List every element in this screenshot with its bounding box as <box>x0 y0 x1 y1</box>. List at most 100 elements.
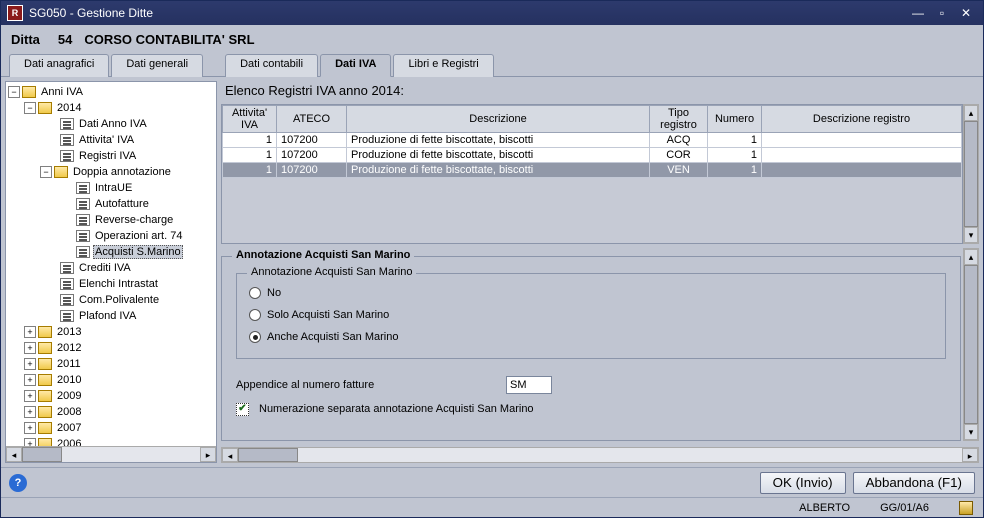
tree-item-intraue[interactable]: IntraUE <box>6 180 216 196</box>
scroll-thumb[interactable] <box>964 121 978 227</box>
tree-item-acquisti-smarino[interactable]: Acquisti S.Marino <box>6 244 216 260</box>
form-vscrollbar[interactable]: ▴ ▾ <box>963 248 979 441</box>
radio-solo[interactable] <box>249 309 261 321</box>
tree-hscrollbar[interactable]: ◂ ▸ <box>6 446 216 462</box>
radio-row-solo[interactable]: Solo Acquisti San Marino <box>249 304 933 326</box>
folder-open-icon <box>54 166 68 178</box>
item-icon <box>76 230 90 242</box>
radio-row-no[interactable]: No <box>249 282 933 304</box>
item-icon <box>60 294 74 306</box>
item-icon <box>76 198 90 210</box>
col-descrizione[interactable]: Descrizione <box>347 106 650 133</box>
scroll-thumb[interactable] <box>22 447 62 462</box>
header: Ditta 54 CORSO CONTABILITA' SRL <box>1 25 983 53</box>
tree-item-operazioni-art74[interactable]: Operazioni art. 74 <box>6 228 216 244</box>
item-icon <box>60 150 74 162</box>
table-row[interactable]: 1 107200 Produzione di fette biscottate,… <box>223 148 962 163</box>
expand-icon[interactable]: + <box>24 438 36 446</box>
tree-year-2010[interactable]: +2010 <box>6 372 216 388</box>
tree-item-attivita-iva[interactable]: Attivita' IVA <box>6 132 216 148</box>
scroll-thumb[interactable] <box>964 265 978 424</box>
tree-item-com-polivalente[interactable]: Com.Polivalente <box>6 292 216 308</box>
tree-item-plafond-iva[interactable]: Plafond IVA <box>6 308 216 324</box>
scroll-down-icon[interactable]: ▾ <box>964 424 978 440</box>
tree-item-reverse-charge[interactable]: Reverse-charge <box>6 212 216 228</box>
appendice-input[interactable] <box>506 376 552 394</box>
grid-vscrollbar[interactable]: ▴ ▾ <box>963 104 979 244</box>
tree-item-crediti-iva[interactable]: Crediti IVA <box>6 260 216 276</box>
help-icon[interactable]: ? <box>9 474 27 492</box>
scroll-right-icon[interactable]: ▸ <box>200 447 216 462</box>
app-window: R SG050 - Gestione Ditte — ▫ ✕ Ditta 54 … <box>0 0 984 518</box>
tab-dati-generali[interactable]: Dati generali <box>111 54 203 77</box>
item-icon <box>60 310 74 322</box>
tree-year-2009[interactable]: +2009 <box>6 388 216 404</box>
tab-dati-iva[interactable]: Dati IVA <box>320 54 391 77</box>
folder-icon <box>38 326 52 338</box>
col-attivita[interactable]: Attivita' IVA <box>223 106 277 133</box>
col-tipo[interactable]: Tipo registro <box>650 106 708 133</box>
col-ateco[interactable]: ATECO <box>277 106 347 133</box>
folder-icon <box>38 438 52 446</box>
ok-button[interactable]: OK (Invio) <box>760 472 846 494</box>
tree-year-2008[interactable]: +2008 <box>6 404 216 420</box>
tree-item-dati-anno-iva[interactable]: Dati Anno IVA <box>6 116 216 132</box>
expand-icon[interactable]: + <box>24 342 36 354</box>
expand-icon[interactable]: + <box>24 406 36 418</box>
collapse-icon[interactable]: − <box>40 166 52 178</box>
tree[interactable]: − Anni IVA − 2014 Dati Anno IVA Attivita… <box>6 82 216 446</box>
checkbox-numerazione[interactable] <box>236 403 249 416</box>
tree-year-2013[interactable]: +2013 <box>6 324 216 340</box>
radio-anche[interactable] <box>249 331 261 343</box>
close-button[interactable]: ✕ <box>955 4 977 22</box>
tab-libri-registri[interactable]: Libri e Registri <box>393 54 493 77</box>
collapse-icon[interactable]: − <box>8 86 20 98</box>
scroll-right-icon[interactable]: ▸ <box>962 448 978 462</box>
radio-row-anche[interactable]: Anche Acquisti San Marino <box>249 326 933 348</box>
form-hscrollbar[interactable]: ◂ ▸ <box>221 447 979 463</box>
expand-icon[interactable]: + <box>24 390 36 402</box>
expand-icon[interactable]: + <box>24 422 36 434</box>
ditta-name: CORSO CONTABILITA' SRL <box>84 32 254 47</box>
tree-year-2014[interactable]: − 2014 <box>6 100 216 116</box>
grid[interactable]: Attivita' IVA ATECO Descrizione Tipo reg… <box>221 104 963 244</box>
collapse-icon[interactable]: − <box>24 102 36 114</box>
expand-icon[interactable]: + <box>24 326 36 338</box>
scroll-thumb[interactable] <box>238 448 298 462</box>
expand-icon[interactable]: + <box>24 358 36 370</box>
tree-item-registri-iva[interactable]: Registri IVA <box>6 148 216 164</box>
tree-item-autofatture[interactable]: Autofatture <box>6 196 216 212</box>
minimize-button[interactable]: — <box>907 4 929 22</box>
scroll-left-icon[interactable]: ◂ <box>222 448 238 462</box>
tab-dati-anagrafici[interactable]: Dati anagrafici <box>9 54 109 77</box>
tree-year-2011[interactable]: +2011 <box>6 356 216 372</box>
tab-dati-contabili[interactable]: Dati contabili <box>225 54 318 77</box>
folder-icon <box>38 374 52 386</box>
folder-icon <box>38 342 52 354</box>
button-bar: ? OK (Invio) Abbandona (F1) <box>1 467 983 497</box>
expand-icon[interactable]: + <box>24 374 36 386</box>
tree-year-2012[interactable]: +2012 <box>6 340 216 356</box>
maximize-button[interactable]: ▫ <box>931 4 953 22</box>
scroll-left-icon[interactable]: ◂ <box>6 447 22 462</box>
tree-item-elenchi-intrastat[interactable]: Elenchi Intrastat <box>6 276 216 292</box>
table-row[interactable]: 1 107200 Produzione di fette biscottate,… <box>223 133 962 148</box>
tree-root[interactable]: − Anni IVA <box>6 84 216 100</box>
appendice-label: Appendice al numero fatture <box>236 379 496 391</box>
item-icon <box>60 262 74 274</box>
radio-no[interactable] <box>249 287 261 299</box>
trash-icon[interactable] <box>959 501 973 515</box>
abbandona-button[interactable]: Abbandona (F1) <box>853 472 975 494</box>
col-numero[interactable]: Numero <box>708 106 762 133</box>
table-row-selected[interactable]: 1 107200 Produzione di fette biscottate,… <box>223 163 962 178</box>
checkbox-label: Numerazione separata annotazione Acquist… <box>259 403 534 415</box>
item-icon <box>60 118 74 130</box>
scroll-down-icon[interactable]: ▾ <box>964 227 978 243</box>
col-desc-registro[interactable]: Descrizione registro <box>762 106 962 133</box>
scroll-up-icon[interactable]: ▴ <box>964 105 978 121</box>
tree-item-doppia-annotazione[interactable]: − Doppia annotazione <box>6 164 216 180</box>
app-icon: R <box>7 5 23 21</box>
tree-year-2007[interactable]: +2007 <box>6 420 216 436</box>
scroll-up-icon[interactable]: ▴ <box>964 249 978 265</box>
tree-year-2006[interactable]: +2006 <box>6 436 216 446</box>
